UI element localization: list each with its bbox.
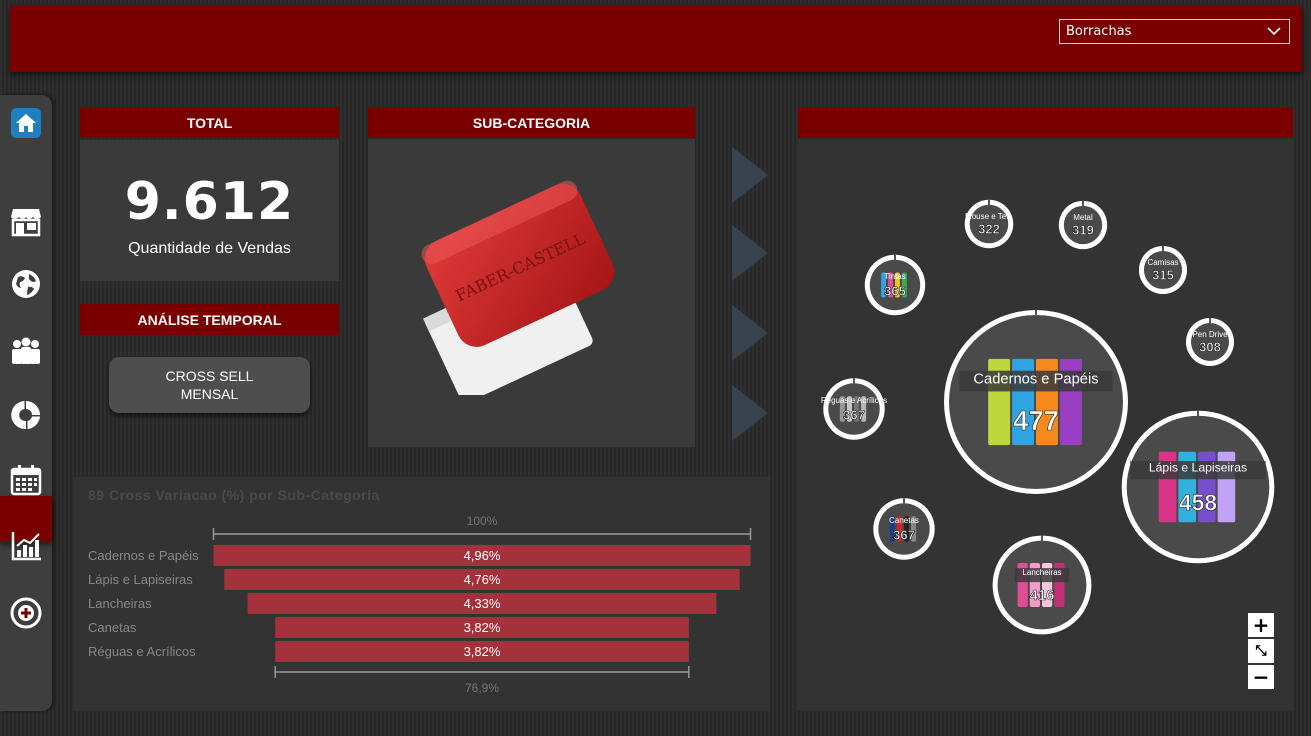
subcategory-header: SUB-CATEGORIA (368, 107, 695, 138)
bubble[interactable]: Lancheiras 416 (992, 535, 1092, 635)
cross-sell-icon (10, 597, 42, 629)
bubble-value: 322 (978, 221, 1000, 236)
bubble-chart[interactable]: Cadernos e Papéis 477 Lápis e Lapiseiras 45… (798, 139, 1293, 711)
chevron-down-icon (1267, 27, 1281, 36)
bubble-label: Camisas (1147, 258, 1178, 267)
bubble-value: 319 (1072, 222, 1094, 237)
bubble-label: Tintas (884, 272, 906, 281)
calendar-icon (10, 465, 42, 496)
people-icon (12, 337, 40, 364)
home-icon (11, 108, 41, 138)
store-icon (11, 209, 41, 237)
total-value: 9.612 (124, 172, 295, 232)
bubble[interactable]: Metal319 (1058, 200, 1108, 250)
bubble-label: Lancheiras (1022, 568, 1061, 577)
bubble-label: Réguas e Acrílicos (821, 396, 887, 405)
bubble-value: 367 (893, 528, 915, 543)
cross-sell-label-2: MENSAL (180, 386, 239, 402)
bubble[interactable]: Lápis e Lapiseiras 458 (1121, 410, 1275, 564)
globe-icon (12, 270, 40, 298)
total-caption: Quantidade de Vendas (128, 240, 291, 257)
chart-title: 89 Cross Variacao (%) por Sub-Categoria (88, 487, 380, 503)
sidebar-item-home[interactable] (8, 105, 44, 141)
sidebar-item-people[interactable] (8, 333, 44, 369)
bubble-value: 367 (843, 408, 865, 423)
bubble-value: 477 (1013, 405, 1059, 436)
bubble-label: Mouse e Te... (965, 212, 1013, 221)
sidebar-item-donut[interactable] (8, 397, 44, 433)
bubble[interactable]: Canetas 367 (873, 498, 935, 560)
zoom-in-button[interactable]: + (1248, 613, 1274, 637)
bubble-label: Cadernos e Papéis (973, 372, 1098, 388)
bubble-value: 458 (1179, 489, 1217, 515)
bubble-label: Pen Drive (1192, 330, 1228, 339)
eraser-image: FABER-CASTELL (421, 180, 615, 395)
bubble-label: Lápis e Lapiseiras (1149, 461, 1247, 475)
cross-sell-button[interactable]: CROSS SELL MENSAL (109, 357, 310, 413)
category-dropdown[interactable]: Borrachas (1059, 19, 1290, 44)
bar-chart-icon (11, 532, 41, 561)
bubble[interactable]: Pen Drive308 (1186, 318, 1234, 366)
category-label: Réguas e Acrílicos (88, 644, 196, 659)
bubble[interactable]: Cadernos e Papéis 477 (944, 310, 1128, 494)
bar-value-label: 3,82% (464, 644, 501, 659)
bubble[interactable]: Mouse e Te...322 (964, 199, 1014, 249)
bubble-value: 308 (1199, 339, 1221, 354)
bar-value-label: 4,33% (464, 596, 501, 611)
bubble-value: 416 (1030, 588, 1055, 604)
bubble-value: 315 (1152, 267, 1174, 282)
sidebar-item-cross-sell[interactable] (8, 595, 44, 631)
funnel-bar-chart: 100% 4,96% Cadernos e Papéis 4,76% Lápis e L… (88, 514, 752, 695)
category-label: Cadernos e Papéis (88, 548, 199, 563)
category-label: Canetas (88, 620, 137, 635)
bubble-label: Canetas (889, 516, 919, 525)
sidebar-item-bar-chart[interactable] (8, 528, 44, 564)
category-label: Lancheiras (88, 596, 152, 611)
bottom-scale-label: 76,9% (465, 681, 499, 695)
zoom-out-button[interactable]: − (1248, 665, 1274, 689)
zoom-fit-button[interactable]: ⤡ (1248, 639, 1274, 663)
bubble[interactable]: Réguas e Acrílicos 367 (821, 378, 887, 440)
sidebar-item-globe[interactable] (8, 266, 44, 302)
bar-value-label: 3,82% (464, 620, 501, 635)
category-label: Lápis e Lapiseiras (88, 572, 193, 587)
bubble-label: Metal (1073, 213, 1093, 222)
sidebar-item-calendar[interactable] (8, 462, 44, 498)
bubble[interactable]: Camisas315 (1138, 245, 1188, 295)
sidebar-item-store[interactable] (8, 203, 44, 239)
donut-chart-icon (11, 401, 40, 430)
bar-value-label: 4,96% (464, 548, 501, 563)
total-header: TOTAL (80, 107, 339, 138)
bubble[interactable]: Tintas 365 (864, 254, 926, 316)
flow-arrows (732, 147, 768, 441)
top-scale-label: 100% (467, 514, 498, 528)
bubble-panel-header (798, 107, 1293, 138)
dropdown-value: Borrachas (1066, 24, 1132, 39)
bubble-value: 365 (884, 284, 906, 299)
temporal-header[interactable]: ANÁLISE TEMPORAL (80, 304, 339, 335)
bar-value-label: 4,76% (464, 572, 501, 587)
cross-sell-label-1: CROSS SELL (165, 368, 254, 384)
